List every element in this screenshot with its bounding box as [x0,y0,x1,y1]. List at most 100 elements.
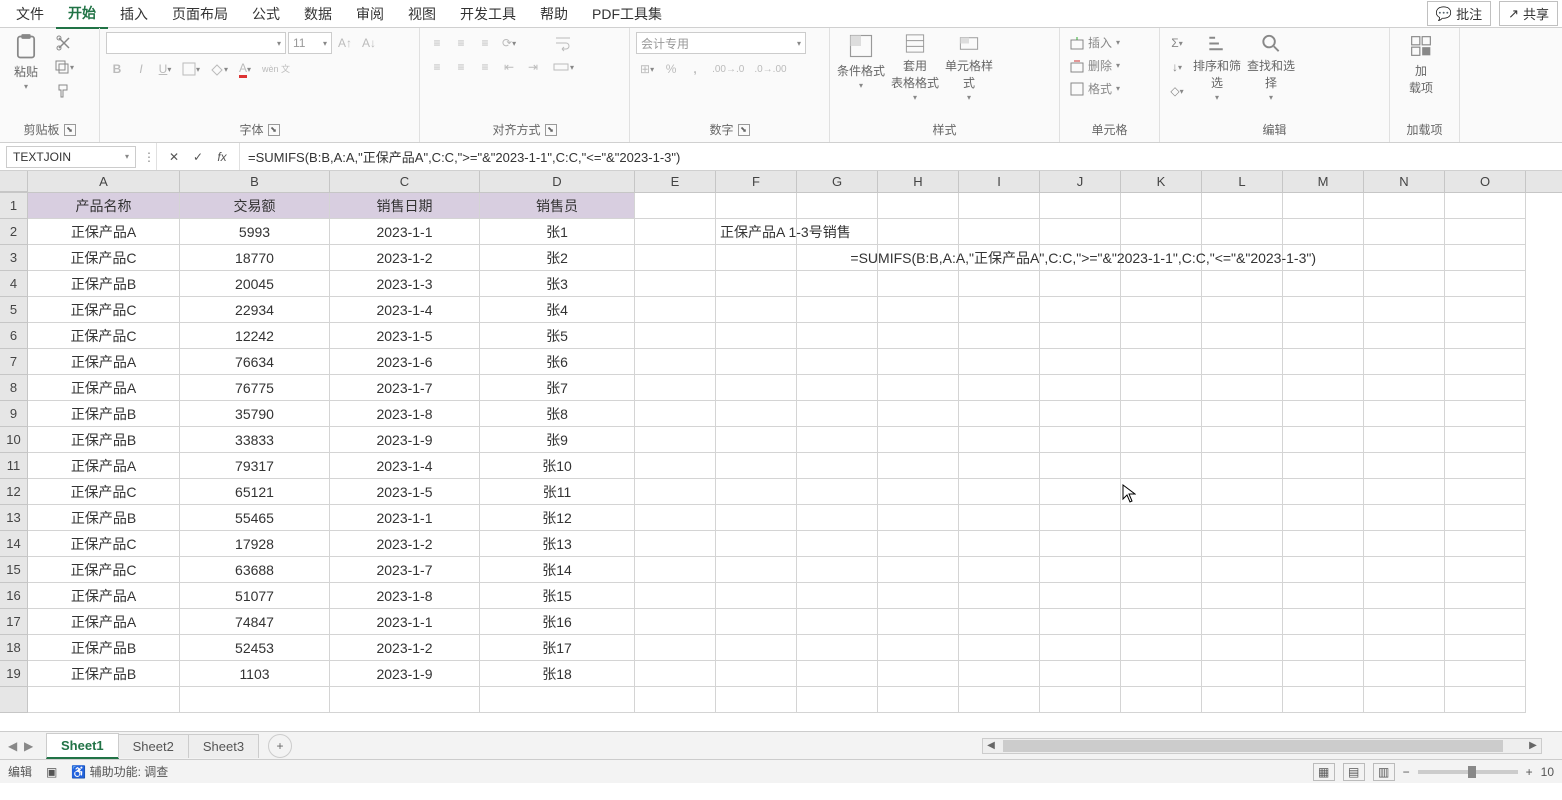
addins-button[interactable]: 加 载项 [1396,32,1446,102]
cell[interactable]: 张15 [480,583,635,609]
cell[interactable] [716,505,797,531]
cell[interactable] [959,323,1040,349]
page-break-button[interactable]: ▥ [1373,763,1395,781]
cell[interactable]: 76775 [180,375,330,401]
format-cells-button[interactable]: 格式▾ [1066,78,1124,99]
cell[interactable] [1445,297,1526,323]
menu-insert[interactable]: 插入 [108,0,160,28]
cell[interactable]: 2023-1-1 [330,609,480,635]
cell[interactable] [1283,583,1364,609]
row-header[interactable]: 18 [0,635,28,661]
align-center-button[interactable]: ≡ [450,56,472,78]
cell[interactable]: 51077 [180,583,330,609]
indent-increase-button[interactable]: ⇥ [522,56,544,78]
cell[interactable] [1202,193,1283,219]
cell[interactable] [959,505,1040,531]
table-format-button[interactable]: 套用 表格格式▾ [890,32,940,102]
cut-button[interactable] [50,32,78,54]
cell[interactable] [1364,453,1445,479]
row-header[interactable] [0,687,28,713]
cell[interactable] [959,609,1040,635]
zoom-in-button[interactable]: + [1526,765,1533,779]
cell[interactable] [1202,583,1283,609]
cell[interactable] [1040,375,1121,401]
cell-active-formula[interactable]: =SUMIFS(B:B,A:A,"正保产品A",C:C,">="&"2023-1… [716,245,797,271]
cell[interactable] [797,583,878,609]
row-header[interactable]: 11 [0,453,28,479]
row-header[interactable]: 17 [0,609,28,635]
cell[interactable] [180,687,330,713]
menu-help[interactable]: 帮助 [528,0,580,28]
cell[interactable] [635,219,716,245]
col-header-F[interactable]: F [716,171,797,192]
cell[interactable] [959,219,1040,245]
cell[interactable] [635,375,716,401]
cell[interactable] [716,661,797,687]
menu-file[interactable]: 文件 [4,0,56,28]
cell[interactable] [1445,661,1526,687]
cell[interactable] [1040,531,1121,557]
cell[interactable] [797,349,878,375]
normal-view-button[interactable]: ▦ [1313,763,1335,781]
cell[interactable] [1202,687,1283,713]
cell[interactable] [1364,245,1445,271]
cell[interactable]: 张13 [480,531,635,557]
row-header[interactable]: 4 [0,271,28,297]
cell[interactable] [1364,375,1445,401]
cell[interactable] [1121,401,1202,427]
cell[interactable] [635,323,716,349]
cell[interactable]: 2023-1-2 [330,635,480,661]
col-header-E[interactable]: E [635,171,716,192]
cell[interactable] [1283,271,1364,297]
cell[interactable]: 2023-1-7 [330,375,480,401]
cell[interactable]: 销售日期 [330,193,480,219]
cell[interactable] [1202,427,1283,453]
paste-button[interactable]: 粘贴 ▾ [6,32,46,92]
find-select-button[interactable]: 查找和选择▾ [1246,32,1296,102]
cell[interactable] [1040,609,1121,635]
col-header-I[interactable]: I [959,171,1040,192]
cell[interactable] [878,609,959,635]
cell[interactable] [959,453,1040,479]
cell[interactable]: 张14 [480,557,635,583]
cell[interactable] [1283,427,1364,453]
cell[interactable] [878,531,959,557]
cell[interactable] [1283,453,1364,479]
font-size-combo[interactable]: 11▾ [288,32,332,54]
cell[interactable] [1121,297,1202,323]
font-launcher[interactable]: ⬊ [268,124,280,136]
cell[interactable]: 2023-1-5 [330,323,480,349]
cell[interactable]: 张8 [480,401,635,427]
cell[interactable] [1040,479,1121,505]
cell[interactable]: 20045 [180,271,330,297]
row-header[interactable]: 5 [0,297,28,323]
cell[interactable]: 55465 [180,505,330,531]
format-painter-button[interactable] [50,80,78,102]
cell[interactable] [1202,505,1283,531]
row-header[interactable]: 6 [0,323,28,349]
cell[interactable] [1364,271,1445,297]
cell[interactable] [797,635,878,661]
zoom-value[interactable]: 10 [1541,765,1554,779]
cell[interactable]: 2023-1-2 [330,531,480,557]
cell[interactable] [959,583,1040,609]
cell[interactable] [635,193,716,219]
cell[interactable]: 正保产品C [28,531,180,557]
cell[interactable] [1364,323,1445,349]
cell[interactable]: 12242 [180,323,330,349]
cell[interactable] [1445,557,1526,583]
cell[interactable] [330,687,480,713]
cell[interactable] [1445,427,1526,453]
cell[interactable] [1283,609,1364,635]
cell[interactable] [1364,557,1445,583]
cell-style-button[interactable]: 单元格样式▾ [944,32,994,102]
number-format-combo[interactable]: 会计专用▾ [636,32,806,54]
cell[interactable] [1202,349,1283,375]
sheet-tab-1[interactable]: Sheet1 [46,733,119,759]
cell[interactable] [797,479,878,505]
cell[interactable] [1121,375,1202,401]
cell[interactable]: 正保产品A [28,583,180,609]
cell[interactable]: 交易额 [180,193,330,219]
col-header-J[interactable]: J [1040,171,1121,192]
cell[interactable]: 张18 [480,661,635,687]
